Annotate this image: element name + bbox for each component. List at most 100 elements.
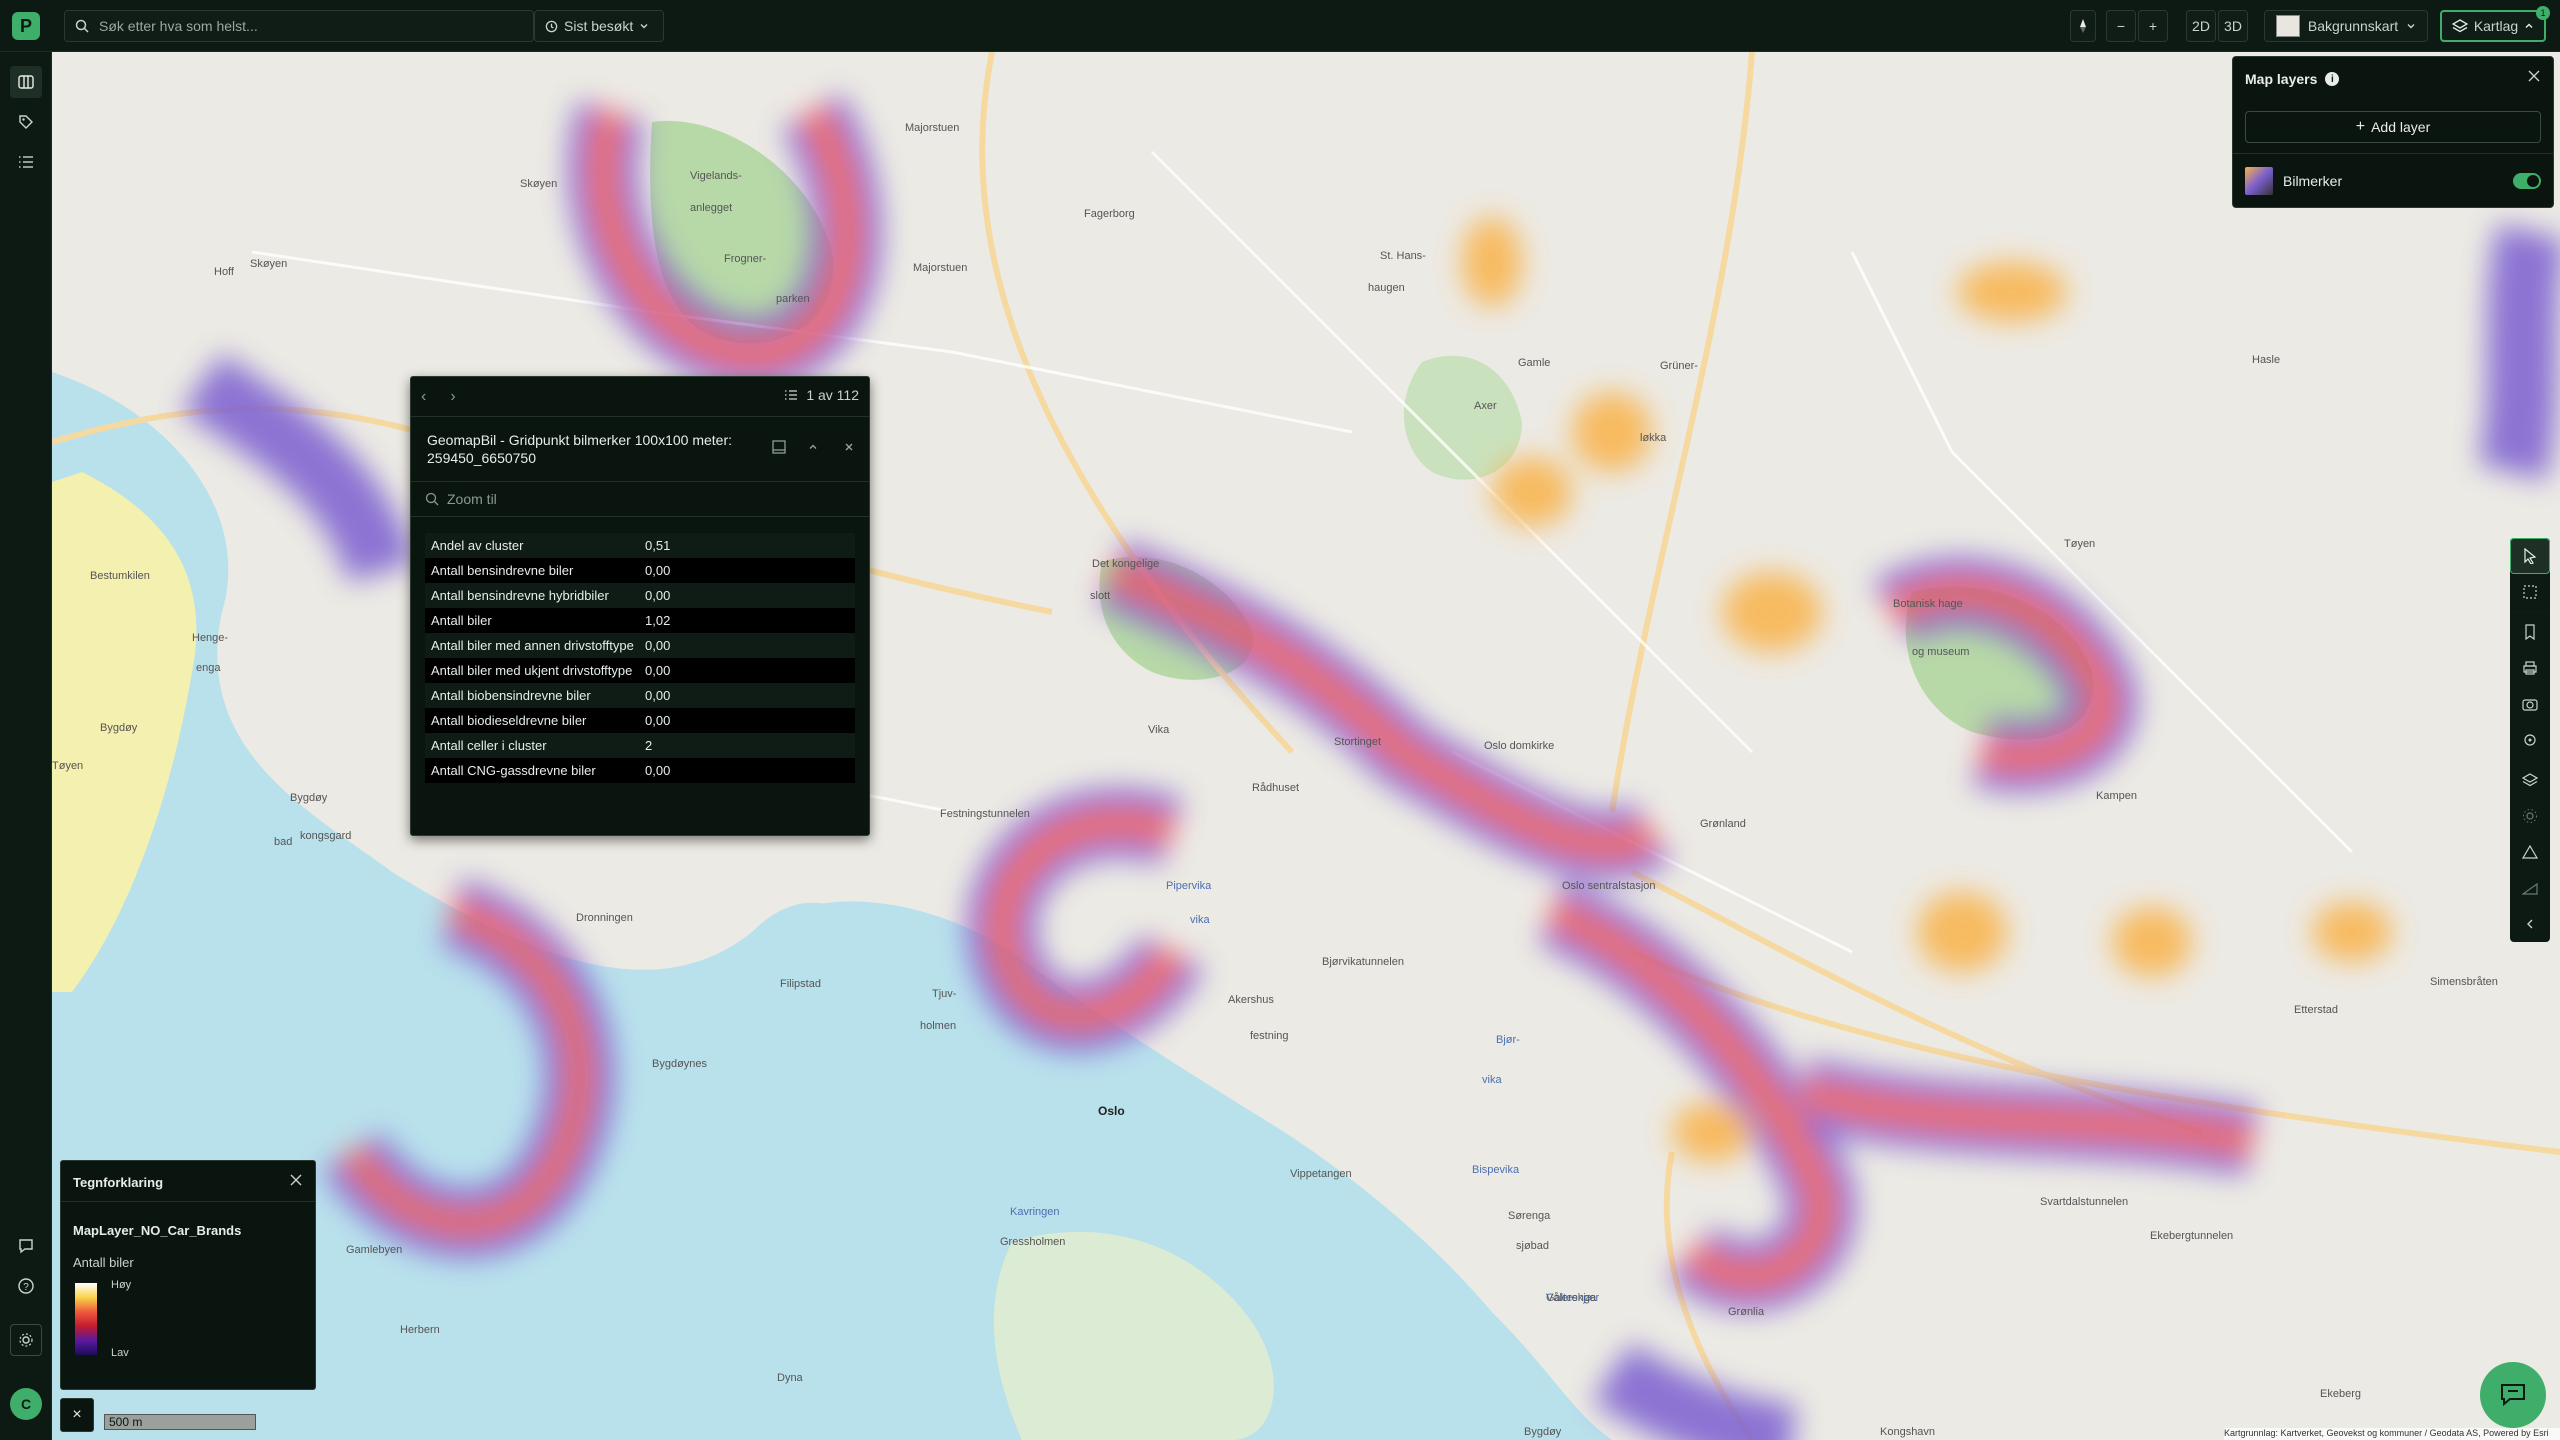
zoom-in-button[interactable]: + xyxy=(2138,10,2168,42)
map-place-label: Rådhuset xyxy=(1252,782,1300,794)
svg-text:?: ? xyxy=(23,1282,29,1293)
map-place-label: Festningstunnelen xyxy=(940,808,1030,820)
search-input[interactable] xyxy=(99,18,499,34)
chevron-down-icon xyxy=(2407,24,2415,29)
info-icon[interactable]: i xyxy=(2325,72,2340,86)
attribute-key: Antall biobensindrevne biler xyxy=(431,688,591,703)
top-bar: P Sist besøkt − + 2D 3D Bakgrunnskart Ka… xyxy=(0,0,2560,52)
add-layer-button[interactable]: + Add layer xyxy=(2245,111,2541,143)
layer-name: Bilmerker xyxy=(2283,172,2343,189)
legend-divider xyxy=(61,1201,315,1202)
collapse-button[interactable] xyxy=(803,437,823,457)
layer-row-bilmerker[interactable]: Bilmerker xyxy=(2233,153,2553,207)
list-icon xyxy=(785,390,798,400)
map-place-label: Tøyen xyxy=(52,760,84,772)
attribute-key: Antall CNG-gassdrevne biler xyxy=(431,763,596,778)
sidebar-list-button[interactable] xyxy=(10,146,42,178)
print-button[interactable] xyxy=(2510,650,2550,686)
map-place-label: Majorstuen xyxy=(905,122,960,134)
sidebar-settings-button[interactable] xyxy=(10,1324,42,1356)
map-place-label: Kampen xyxy=(2096,790,2137,802)
box-select-button[interactable] xyxy=(2510,574,2550,610)
legend-layer-name: MapLayer_NO_Car_Brands xyxy=(73,1223,242,1238)
legend-low-label: Lav xyxy=(111,1347,129,1359)
close-legend-button[interactable] xyxy=(289,1173,303,1192)
map-place-label: haugen xyxy=(1368,282,1405,294)
map-place-label: Vippetangen xyxy=(1290,1168,1352,1180)
map-place-label: Vika xyxy=(1148,724,1170,736)
zoom-to-button[interactable]: Zoom til xyxy=(411,481,869,517)
attribute-row: Antall biler med ukjent drivstofftype 0,0… xyxy=(425,658,855,683)
map-place-label: Filipstad xyxy=(780,978,821,990)
sun-icon xyxy=(2523,809,2537,823)
view-3d-button[interactable]: 3D xyxy=(2218,10,2248,42)
layer-toggle[interactable] xyxy=(2513,172,2541,189)
bookmark-icon xyxy=(2525,624,2535,640)
recent-label: Sist besøkt xyxy=(564,18,634,34)
map-place-label: Grønland xyxy=(1700,818,1746,830)
attribute-key: Antall biodieseldrevne biler xyxy=(431,713,587,728)
popup-counter[interactable]: 1 av 112 xyxy=(784,387,859,403)
chevron-left-icon[interactable]: ‹ xyxy=(421,388,426,406)
measure-button[interactable] xyxy=(2510,834,2550,870)
select-tool-button[interactable] xyxy=(2510,538,2550,574)
map-place-label: Fagerborg xyxy=(1084,208,1135,220)
sidebar-feedback-button[interactable] xyxy=(10,1230,42,1262)
close-layers-button[interactable] xyxy=(2527,69,2541,88)
map-place-label: Gamle xyxy=(1518,357,1551,369)
map-place-label: Frogner- xyxy=(724,253,767,265)
map-place-label: Kongshavn xyxy=(1880,1426,1936,1438)
map-place-label: Ekeberg xyxy=(2320,1388,2361,1400)
daylight-button[interactable] xyxy=(2510,798,2550,834)
attribute-key: Andel av cluster xyxy=(431,538,524,553)
view-2d-button[interactable]: 2D xyxy=(2186,10,2216,42)
elevation-button[interactable] xyxy=(2510,870,2550,906)
attribute-table: Andel av cluster 0,51 Antall bensindrevne … xyxy=(425,533,855,833)
map-place-label: Dronningen xyxy=(576,912,633,924)
dock-button[interactable] xyxy=(769,437,789,457)
basemap-dropdown[interactable]: Bakgrunnskart xyxy=(2264,10,2428,42)
close-popup-button[interactable] xyxy=(839,437,859,457)
sidebar-map-button[interactable] xyxy=(10,66,42,98)
attribute-row: Andel av cluster 0,51 xyxy=(425,533,855,558)
chat-icon xyxy=(2501,1384,2525,1407)
app-logo[interactable]: P xyxy=(12,12,40,40)
user-avatar[interactable]: C xyxy=(10,1388,42,1420)
map-place-label: Tjuv- xyxy=(932,988,957,1000)
screenshot-button[interactable] xyxy=(2510,686,2550,722)
chevron-right-icon[interactable]: › xyxy=(450,388,455,406)
map-place-label: bad xyxy=(274,836,293,848)
locate-button[interactable] xyxy=(2510,722,2550,758)
map-place-label: Tøyen xyxy=(2064,538,2096,550)
close-scale-button[interactable]: × xyxy=(60,1398,94,1432)
search-box[interactable] xyxy=(64,10,534,42)
collapse-toolbar-button[interactable] xyxy=(2510,906,2550,942)
chevron-down-icon xyxy=(640,24,648,29)
map-place-label: Axer xyxy=(1474,400,1497,412)
basemap-tool-button[interactable] xyxy=(2510,762,2550,798)
map-place-label: sjøbad xyxy=(1516,1240,1550,1252)
attribute-row: Antall biobensindrevne biler 0,00 xyxy=(425,683,855,708)
layers-button[interactable]: Kartlag 1 xyxy=(2440,6,2550,42)
map-place-label: Vigelands- xyxy=(690,170,742,182)
layer-thumbnail xyxy=(2245,166,2273,195)
bookmark-button[interactable] xyxy=(2510,614,2550,650)
map-place-label: Gamlebyen xyxy=(346,1244,403,1256)
add-layer-label: Add layer xyxy=(2371,119,2431,135)
sidebar-tag-button[interactable] xyxy=(10,106,42,138)
sidebar-help-button[interactable]: ? xyxy=(10,1270,42,1302)
zoom-out-button[interactable]: − xyxy=(2106,10,2136,42)
map-place-label: Simensbråten xyxy=(2430,976,2498,988)
map-place-label: Gressholmen xyxy=(1000,1236,1066,1248)
layers-panel-title: Map layers xyxy=(2245,71,2318,87)
locate-icon xyxy=(2524,734,2536,746)
north-arrow-button[interactable] xyxy=(2070,10,2096,42)
map-place-label: Stortinget xyxy=(1334,736,1382,748)
chat-button[interactable] xyxy=(2480,1362,2546,1428)
layers-label: Kartlag xyxy=(2473,18,2519,34)
recent-dropdown[interactable]: Sist besøkt xyxy=(534,10,664,42)
map-place-label: Herbern xyxy=(400,1324,440,1336)
attribute-value: 0,00 xyxy=(645,713,671,728)
map-place-label: Bygdøy xyxy=(1524,1426,1562,1438)
map-place-label: Det kongelige xyxy=(1092,558,1160,570)
